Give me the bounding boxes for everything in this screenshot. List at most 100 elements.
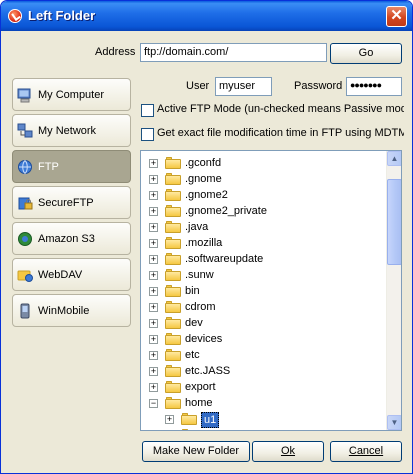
nav-my-computer[interactable]: My Computer	[12, 78, 131, 111]
nav-winmobile[interactable]: WinMobile	[12, 294, 131, 327]
tree-item-label[interactable]: .mozilla	[185, 236, 222, 250]
ftp-icon	[17, 159, 33, 175]
folder-icon	[165, 285, 181, 297]
tree-item-label[interactable]: export	[185, 380, 216, 394]
folder-icon	[165, 237, 181, 249]
folder-icon	[165, 317, 181, 329]
folder-icon	[165, 269, 181, 281]
scroll-up-arrow-icon[interactable]: ▲	[387, 151, 401, 166]
folder-icon	[165, 157, 181, 169]
folder-icon	[165, 365, 181, 377]
scroll-down-arrow-icon[interactable]: ▼	[387, 415, 401, 430]
tree-item-label[interactable]: etc	[185, 348, 200, 362]
expand-icon[interactable]: +	[149, 303, 158, 312]
expand-icon[interactable]: +	[149, 239, 158, 248]
expand-icon[interactable]: +	[149, 207, 158, 216]
nav-label: SecureFTP	[38, 196, 94, 209]
folder-icon	[165, 301, 181, 313]
password-label: Password	[294, 80, 343, 92]
ok-button[interactable]: Ok	[252, 441, 324, 462]
amazon-s3-icon	[17, 231, 33, 247]
expand-icon[interactable]: +	[149, 287, 158, 296]
nav-label: My Computer	[38, 88, 105, 101]
app-logo-icon	[8, 9, 22, 23]
tree-item-label[interactable]: .softwareupdate	[185, 252, 263, 266]
tree-item-label[interactable]: .gnome2	[185, 188, 228, 202]
make-new-folder-button[interactable]: Make New Folder	[142, 441, 250, 462]
tree-item-label[interactable]: .gnome2_private	[185, 204, 267, 218]
title-bar[interactable]: Left Folder ✕	[1, 1, 412, 31]
address-input[interactable]: ftp://domain.com/	[140, 43, 327, 62]
folder-icon	[165, 205, 181, 217]
nav-label: FTP	[38, 160, 59, 173]
folder-icon	[181, 413, 197, 425]
ok-label: Ok	[280, 445, 296, 457]
folder-icon	[165, 253, 181, 265]
active-ftp-mode-label: Active FTP Mode (un-checked means Passiv…	[157, 103, 404, 115]
nav-label: My Network	[38, 124, 97, 137]
nav-webdav[interactable]: WebDAV	[12, 258, 131, 291]
expand-icon[interactable]: +	[149, 383, 158, 392]
secure-ftp-icon	[17, 195, 33, 211]
password-input[interactable]: ●●●●●●●	[346, 77, 402, 96]
nav-secureftp[interactable]: SecureFTP	[12, 186, 131, 219]
folder-icon	[165, 349, 181, 361]
expand-icon[interactable]: +	[149, 159, 158, 168]
folder-tree[interactable]: + .gconfd + .gnome + .gnome2 + .gnome2_private +…	[140, 150, 402, 431]
expand-icon[interactable]: +	[149, 255, 158, 264]
collapse-icon[interactable]: −	[149, 399, 158, 408]
expand-icon[interactable]: +	[165, 415, 174, 424]
mdtm-checkbox[interactable]	[141, 128, 154, 141]
cancel-button[interactable]: Cancel	[330, 441, 402, 462]
expand-icon[interactable]: +	[149, 335, 158, 344]
folder-icon	[165, 221, 181, 233]
tree-item-label[interactable]: dev	[185, 316, 203, 330]
tree-item-label[interactable]: devices	[185, 332, 222, 346]
nav-label: WebDAV	[38, 268, 83, 281]
expand-icon[interactable]: +	[149, 367, 158, 376]
webdav-icon	[17, 267, 33, 283]
cancel-label: Cancel	[348, 445, 384, 457]
folder-icon	[165, 381, 181, 393]
tree-item-label[interactable]: u2	[201, 428, 213, 430]
nav-amazon-s3[interactable]: Amazon S3	[12, 222, 131, 255]
tree-item-label[interactable]: etc.JASS	[185, 364, 230, 378]
scroll-thumb[interactable]	[387, 179, 401, 265]
folder-icon	[181, 429, 197, 430]
folder-icon	[165, 397, 181, 409]
folder-icon	[165, 333, 181, 345]
tree-item-label[interactable]: bin	[185, 284, 200, 298]
nav-my-network[interactable]: My Network	[12, 114, 131, 147]
tree-item-label[interactable]: .sunw	[185, 268, 214, 282]
expand-icon[interactable]: +	[149, 351, 158, 360]
address-label: Address	[95, 46, 136, 58]
left-folder-dialog: Left Folder ✕ Address ftp://domain.com/ …	[0, 0, 413, 474]
folder-icon	[165, 189, 181, 201]
tree-item-label[interactable]: cdrom	[185, 300, 216, 314]
active-ftp-mode-checkbox[interactable]	[141, 104, 154, 117]
network-icon	[17, 123, 33, 139]
expand-icon[interactable]: +	[149, 191, 158, 200]
tree-item-label[interactable]: .gnome	[185, 172, 222, 186]
nav-ftp[interactable]: FTP	[12, 150, 131, 183]
nav-label: WinMobile	[38, 304, 90, 317]
tree-item-label[interactable]: home	[185, 396, 213, 410]
window-title: Left Folder	[28, 8, 96, 23]
mdtm-label: Get exact file modification time in FTP …	[157, 127, 404, 139]
expand-icon[interactable]: +	[149, 271, 158, 280]
vertical-scrollbar[interactable]: ▲ ▼	[386, 151, 401, 430]
expand-icon[interactable]: +	[149, 319, 158, 328]
expand-icon[interactable]: +	[149, 223, 158, 232]
user-input[interactable]: myuser	[215, 77, 272, 96]
winmobile-icon	[17, 303, 33, 319]
nav-label: Amazon S3	[38, 232, 95, 245]
expand-icon[interactable]: +	[149, 175, 158, 184]
user-label: User	[186, 80, 210, 92]
close-button[interactable]: ✕	[386, 6, 407, 27]
tree-item-label[interactable]: u1	[201, 412, 220, 428]
folder-icon	[165, 173, 181, 185]
computer-icon	[17, 87, 33, 103]
go-button[interactable]: Go	[330, 43, 402, 64]
tree-item-label[interactable]: .java	[185, 220, 208, 234]
tree-item-label[interactable]: .gconfd	[185, 156, 221, 170]
